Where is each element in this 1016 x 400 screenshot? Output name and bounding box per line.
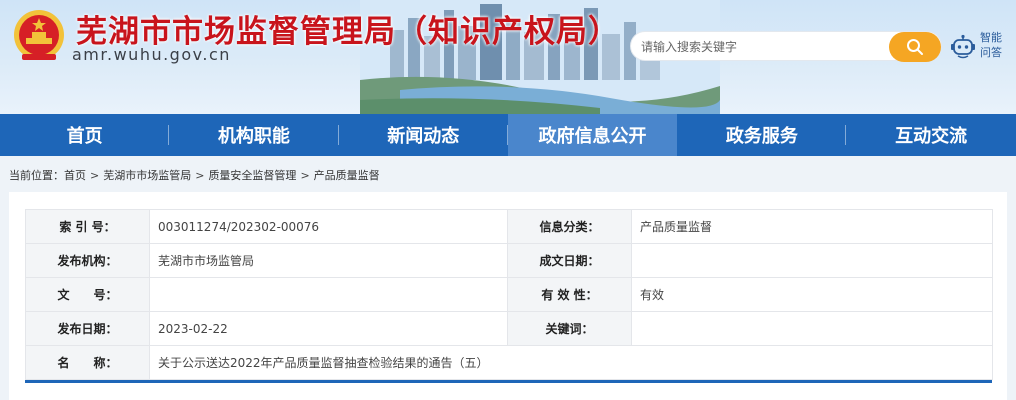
name-label: 名 称： [25,345,150,380]
breadcrumb-separator: > [90,168,100,182]
publisher-label: 发布机构： [25,243,150,278]
national-emblem-icon [14,10,64,60]
assistant-label[interactable]: 智能问答 [980,30,1010,60]
search-button[interactable] [889,32,941,62]
site-url: amr.wuhu.gov.cn [72,45,231,64]
main-nav: 首页 机构职能 新闻动态 政府信息公开 政务服务 互动交流 [0,114,1016,156]
search-icon [907,39,923,55]
breadcrumb-link-product-quality[interactable]: 产品质量监督 [314,167,380,183]
breadcrumb-prefix: 当前位置： [9,169,64,182]
category-value: 产品质量监督 [631,209,993,244]
nav-item-functions[interactable]: 机构职能 [169,114,339,156]
breadcrumb-link-bureau[interactable]: 芜湖市市场监管局 [103,167,191,183]
nav-item-news[interactable]: 新闻动态 [339,114,509,156]
breadcrumb: 当前位置： 首页 > 芜湖市市场监管局 > 质量安全监督管理 > 产品质量监督 [9,167,380,183]
search-box [630,31,942,62]
index-value: 003011274/202302-00076 [149,209,508,244]
breadcrumb-link-home[interactable]: 首页 [64,167,86,183]
publish-date-label: 发布日期： [25,311,150,346]
index-label: 索 引 号： [25,209,150,244]
header-banner: 芜湖市市场监督管理局（知识产权局） amr.wuhu.gov.cn 智能问答 [0,0,1016,114]
breadcrumb-separator: > [195,168,205,182]
keywords-label: 关键词： [507,311,632,346]
table-row: 发布机构： 芜湖市市场监管局 成文日期： [25,243,993,278]
divider-line [25,380,992,383]
nav-item-home[interactable]: 首页 [0,114,170,156]
publish-date-value: 2023-02-22 [149,311,508,346]
doc-number-value [149,277,508,312]
robot-icon[interactable] [950,34,976,60]
validity-label: 有 效 性： [507,277,632,312]
written-date-label: 成文日期： [507,243,632,278]
name-value: 关于公示送达2022年产品质量监督抽查检验结果的通告（五） [149,345,993,380]
keywords-value [631,311,993,346]
nav-item-interaction[interactable]: 互动交流 [846,114,1015,156]
document-info-table: 索 引 号： 003011274/202302-00076 信息分类： 产品质量… [25,209,993,380]
nav-item-services[interactable]: 政务服务 [677,114,847,156]
nav-item-gov-info[interactable]: 政府信息公开 [507,114,678,156]
table-row: 名 称： 关于公示送达2022年产品质量监督抽查检验结果的通告（五） [25,345,993,380]
info-panel: 索 引 号： 003011274/202302-00076 信息分类： 产品质量… [9,192,1007,400]
category-label: 信息分类： [507,209,632,244]
table-row: 发布日期： 2023-02-22 关键词： [25,311,993,346]
doc-number-label: 文 号： [25,277,150,312]
breadcrumb-link-quality-safety[interactable]: 质量安全监督管理 [208,167,296,183]
validity-value: 有效 [631,277,993,312]
written-date-value [631,243,993,278]
table-row: 索 引 号： 003011274/202302-00076 信息分类： 产品质量… [25,209,993,244]
publisher-value: 芜湖市市场监管局 [149,243,508,278]
search-input[interactable] [641,37,881,57]
breadcrumb-separator: > [300,168,310,182]
table-row: 文 号： 有 效 性： 有效 [25,277,993,312]
